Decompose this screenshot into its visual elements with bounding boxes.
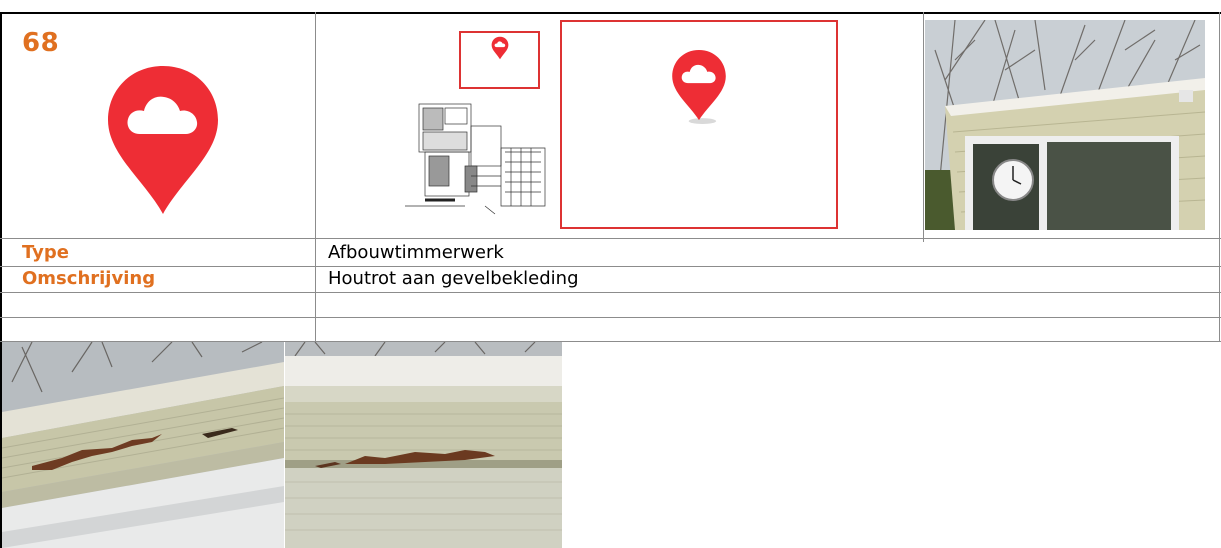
row-divider-2 (0, 266, 1221, 267)
facade-overview-photo (925, 20, 1205, 230)
wood-rot-detail-photo-2 (285, 342, 562, 548)
description-value: Houtrot aan gevelbekleding (328, 268, 579, 289)
defect-sheet: 68 Type Afbouwtimmerwerk Omschrijving Ho… (0, 0, 1221, 548)
description-label: Omschrijving (22, 268, 156, 289)
row-divider-3 (0, 292, 1221, 293)
wood-rot-detail-photo-1 (2, 342, 284, 548)
small-map-pin-icon (491, 36, 509, 60)
cloud-map-pin-icon (108, 66, 218, 214)
row-divider-1 (0, 238, 1221, 239)
floor-plan-drawing (405, 103, 546, 215)
zoomed-map-pin-icon (672, 49, 726, 124)
type-value: Afbouwtimmerwerk (328, 242, 504, 263)
row-divider-4 (0, 317, 1221, 318)
type-label: Type (22, 242, 69, 263)
photo-column-divider (923, 12, 924, 242)
defect-number: 68 (22, 28, 60, 58)
table-top-border (0, 12, 1221, 14)
